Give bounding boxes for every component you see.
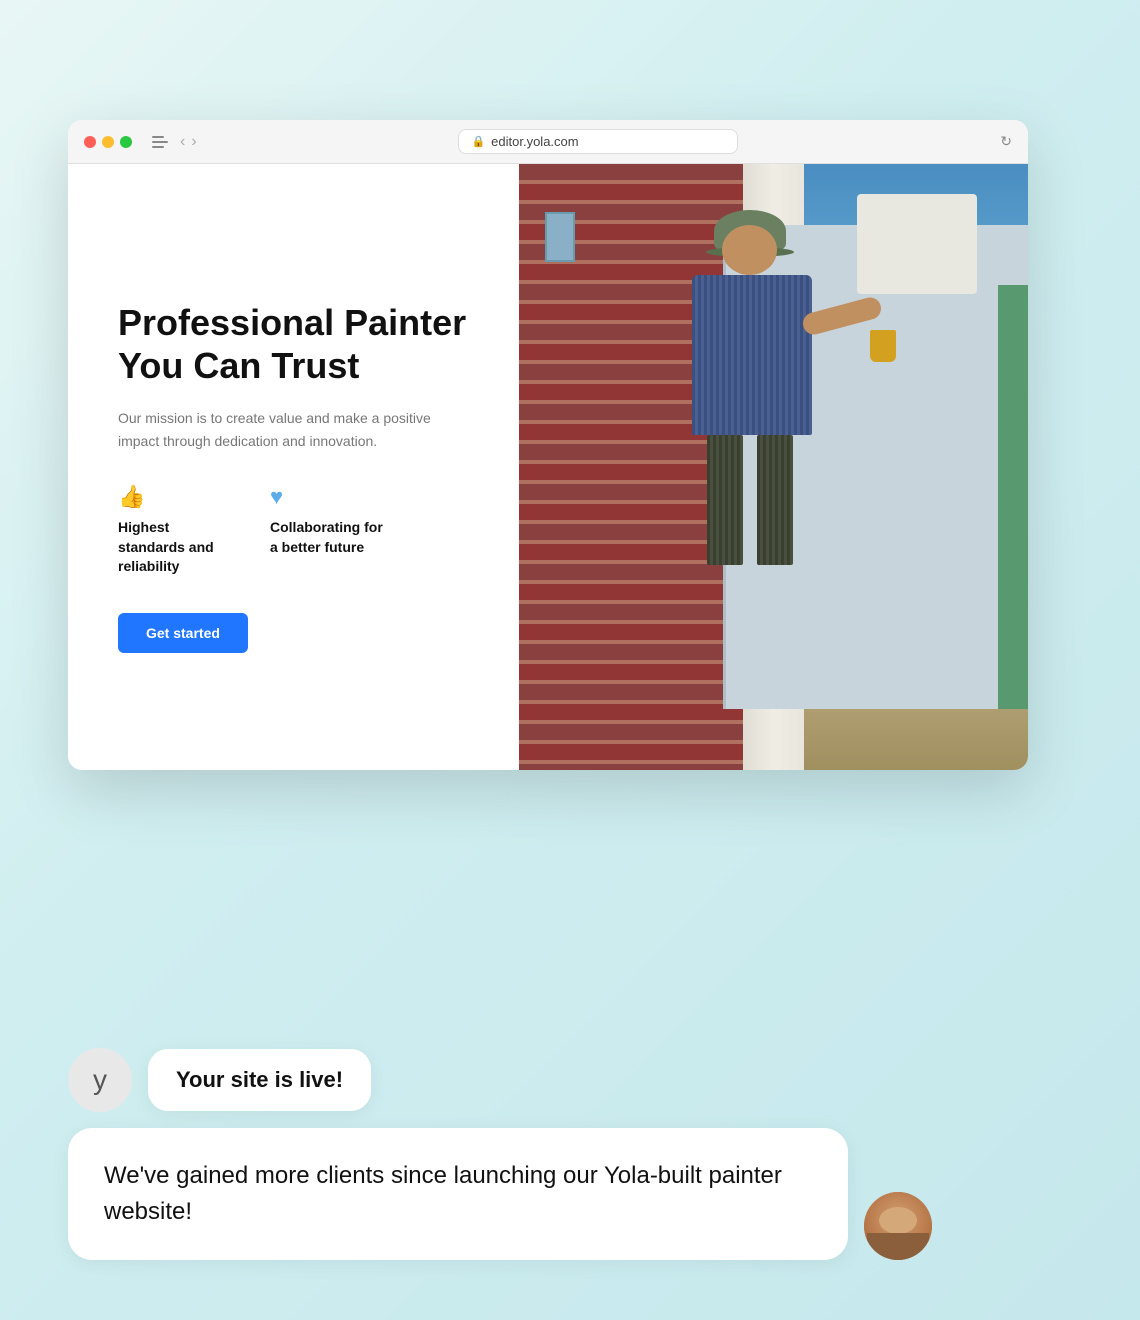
back-button[interactable]: ‹ (180, 133, 185, 151)
lock-icon: 🔒 (471, 135, 485, 148)
right-leg (757, 435, 793, 565)
browser-titlebar: ‹ › 🔒 editor.yola.com ↻ (68, 120, 1028, 164)
window (545, 212, 575, 262)
nav-arrows: ‹ › (180, 133, 197, 151)
yola-avatar: y (68, 1048, 132, 1112)
painter-photo (519, 164, 1028, 770)
feature-item-2: ♥ Collaborating for a better future (270, 484, 390, 577)
chat-row-1: y Your site is live! (68, 1048, 1072, 1112)
yola-initial: y (93, 1064, 107, 1096)
user-avatar (864, 1192, 932, 1260)
feature1-text: Highest standards and reliability (118, 518, 238, 577)
tarp (857, 194, 977, 294)
address-bar-wrapper: 🔒 editor.yola.com (209, 129, 989, 154)
browser-content: Professional Painter You Can Trust Our m… (68, 164, 1028, 770)
chat-section: y Your site is live! We've gained more c… (68, 1048, 1072, 1260)
head (722, 225, 777, 275)
thumbs-up-icon: 👍 (118, 484, 238, 510)
maximize-button[interactable] (120, 136, 132, 148)
forward-button[interactable]: › (191, 133, 196, 151)
address-bar[interactable]: 🔒 editor.yola.com (458, 129, 738, 154)
feature2-text: Collaborating for a better future (270, 518, 390, 557)
chat-bubble-site-live: Your site is live! (148, 1049, 371, 1111)
traffic-lights (84, 136, 132, 148)
get-started-button[interactable]: Get started (118, 613, 248, 653)
user-face (864, 1192, 932, 1260)
foliage (998, 285, 1028, 709)
feature-item-1: 👍 Highest standards and reliability (118, 484, 238, 577)
hero-subtitle: Our mission is to create value and make … (118, 407, 469, 452)
left-leg (707, 435, 743, 565)
close-button[interactable] (84, 136, 96, 148)
legs (707, 435, 793, 565)
heart-icon: ♥ (270, 484, 390, 510)
paint-bucket (870, 330, 896, 362)
minimize-button[interactable] (102, 136, 114, 148)
refresh-button[interactable]: ↻ (1000, 133, 1012, 150)
hero-title: Professional Painter You Can Trust (118, 301, 469, 387)
chat-bubble-testimonial: We've gained more clients since launchin… (68, 1128, 848, 1260)
sidebar-toggle-button[interactable] (152, 136, 168, 148)
painter-figure (662, 225, 862, 710)
hero-image-panel (519, 164, 1028, 770)
left-panel: Professional Painter You Can Trust Our m… (68, 164, 519, 770)
browser-window: ‹ › 🔒 editor.yola.com ↻ Professional Pai… (68, 120, 1028, 770)
features-row: 👍 Highest standards and reliability ♥ Co… (118, 484, 469, 577)
url-text: editor.yola.com (491, 134, 578, 149)
chat-row-2: We've gained more clients since launchin… (68, 1128, 1072, 1260)
shirt (692, 275, 812, 435)
